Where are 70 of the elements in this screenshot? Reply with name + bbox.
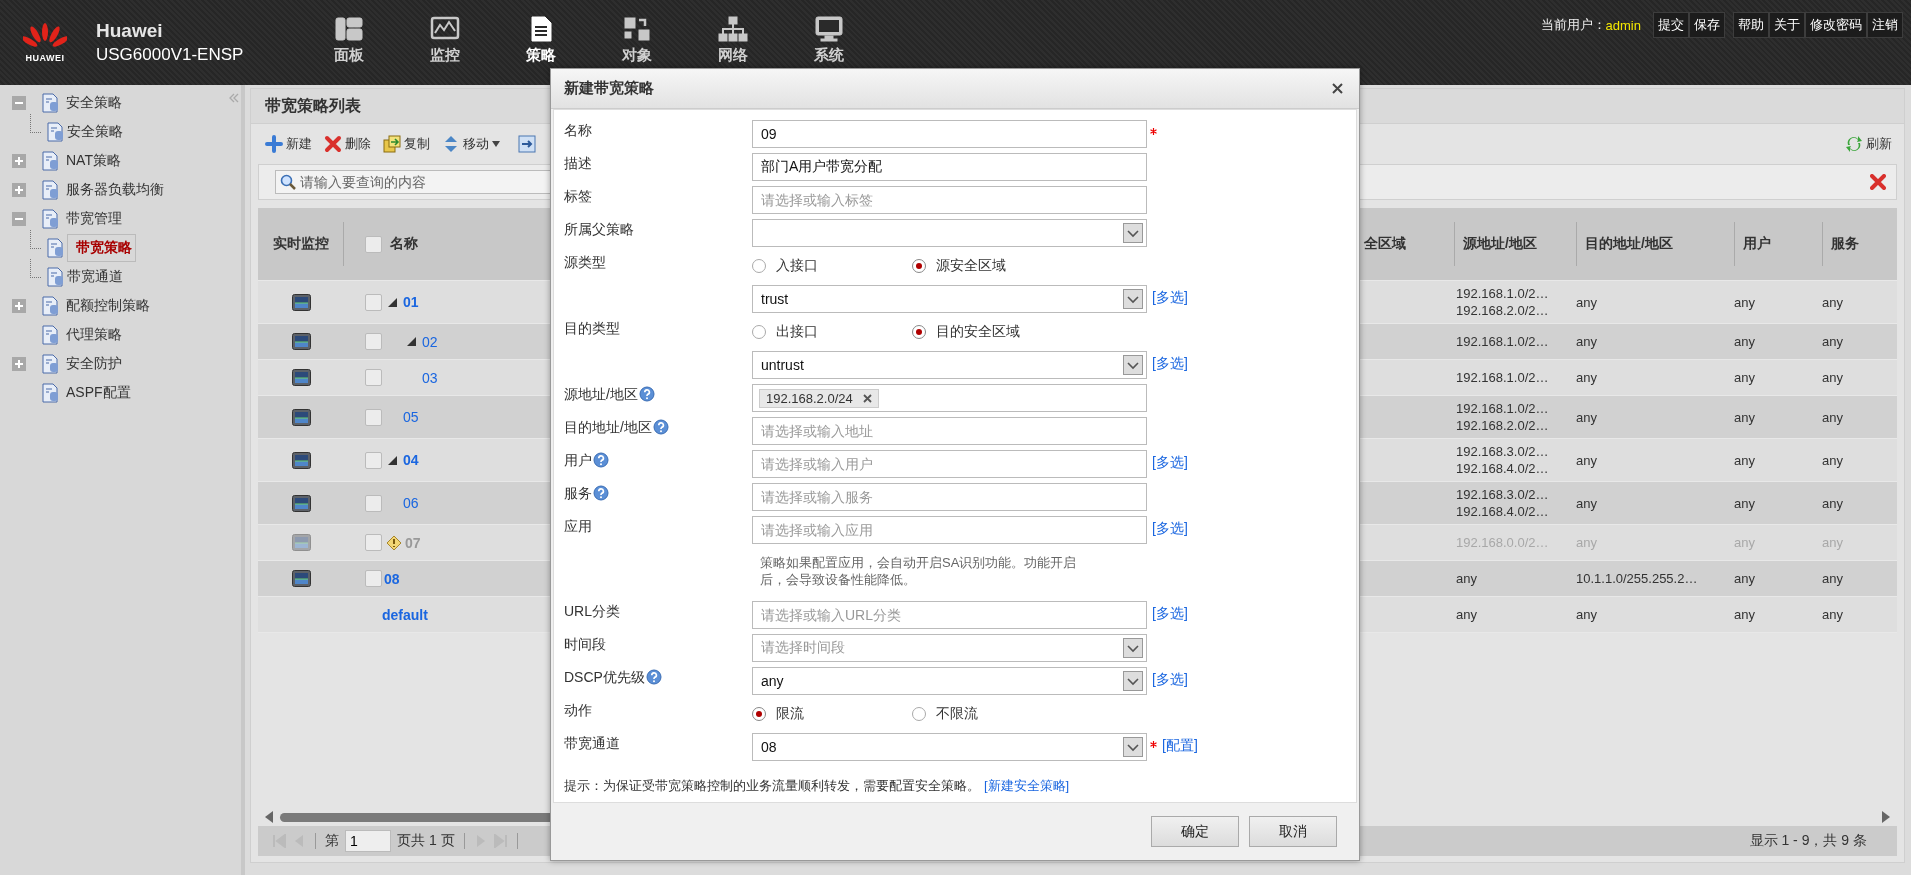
column-header: 名称 bbox=[390, 235, 418, 253]
field-label: 时间段 bbox=[564, 636, 606, 654]
field-note: 策略如果配置应用，会自动开启SA识别功能。功能开启后，会导致设备性能降低。 bbox=[760, 554, 1078, 588]
table-cell: 192.168.2.0/2… bbox=[1456, 302, 1549, 319]
panel-title: 带宽策略列表 bbox=[265, 95, 361, 116]
table-cell: any bbox=[1822, 607, 1843, 622]
table-cell: any bbox=[1734, 294, 1755, 310]
column-header: 目的地址/地区 bbox=[1576, 222, 1734, 266]
field-label: 描述 bbox=[564, 155, 592, 173]
table-cell: any bbox=[1822, 294, 1843, 310]
table-cell: any bbox=[1734, 452, 1755, 468]
user-name: admin bbox=[1605, 17, 1641, 33]
table-cell: any bbox=[1576, 495, 1597, 511]
table-cell: any bbox=[1822, 334, 1843, 349]
table-cell: any bbox=[1456, 606, 1477, 623]
table-cell: any bbox=[1822, 571, 1843, 586]
field-label: 目的类型 bbox=[564, 320, 620, 338]
page-label: 页共 1 页 bbox=[397, 832, 455, 850]
table-cell: any bbox=[1734, 370, 1755, 385]
table-cell: any bbox=[1734, 409, 1755, 425]
table-cell: any bbox=[1576, 334, 1597, 349]
table-cell: 192.168.3.0/2… bbox=[1456, 486, 1549, 503]
table-cell: 192.168.3.0/2… bbox=[1456, 443, 1549, 460]
table-cell: 192.168.1.0/2… bbox=[1456, 285, 1549, 302]
current-user-label: 当前用户： bbox=[1540, 16, 1606, 34]
column-header: 全区域 bbox=[1364, 234, 1407, 253]
field-label: 服务 bbox=[564, 485, 592, 503]
table-cell: 10.1.1.0/255.255.2… bbox=[1576, 571, 1698, 586]
field-label: 带宽通道 bbox=[564, 735, 620, 753]
model-name: USG6000V1-ENSP bbox=[96, 45, 245, 65]
table-cell: any bbox=[1576, 607, 1597, 622]
table-cell: 192.168.1.0/2… bbox=[1456, 400, 1549, 417]
dialog-title: 新建带宽策略 bbox=[564, 79, 654, 98]
field-label: URL分类 bbox=[564, 603, 620, 621]
table-cell: any bbox=[1822, 370, 1843, 385]
table-cell: 192.168.4.0/2… bbox=[1456, 503, 1549, 520]
table-cell: 192.168.2.0/2… bbox=[1456, 417, 1549, 434]
table-cell: any bbox=[1576, 370, 1597, 385]
table-cell: any bbox=[1576, 294, 1597, 310]
field-label: 名称 bbox=[564, 122, 592, 140]
field-label: 源类型 bbox=[564, 254, 606, 272]
column-header: 用户 bbox=[1734, 222, 1822, 266]
table-cell: 192.168.1.0/2… bbox=[1456, 369, 1549, 386]
brand-name: Huawei bbox=[96, 20, 164, 42]
hint-text: 提示：为保证受带宽策略控制的业务流量顺利转发，需要配置安全策略。 bbox=[564, 777, 980, 795]
table-cell: any bbox=[1734, 495, 1755, 511]
field-label: 所属父策略 bbox=[564, 221, 634, 239]
table-cell: 192.168.4.0/2… bbox=[1456, 460, 1549, 477]
table-cell: any bbox=[1734, 571, 1755, 586]
table-cell: any bbox=[1822, 409, 1843, 425]
table-cell: any bbox=[1822, 495, 1843, 511]
field-label: 应用 bbox=[564, 518, 592, 536]
table-cell: any bbox=[1734, 334, 1755, 349]
table-cell: any bbox=[1734, 607, 1755, 622]
logo-text: HUAWEI bbox=[25, 52, 65, 63]
table-cell: any bbox=[1456, 570, 1477, 587]
field-label: 目的地址/地区 bbox=[564, 419, 652, 437]
table-cell: any bbox=[1576, 409, 1597, 425]
field-label: 源地址/地区 bbox=[564, 386, 638, 404]
column-header: 源地址/地区 bbox=[1454, 222, 1576, 266]
column-header: 实时监控 bbox=[258, 222, 344, 266]
field-label: 动作 bbox=[564, 702, 592, 720]
table-cell: 192.168.1.0/2… bbox=[1456, 333, 1549, 350]
field-label: 用户 bbox=[564, 452, 592, 470]
page-info: 显示 1 - 9，共 9 条 bbox=[1749, 832, 1867, 850]
column-header: 服务 bbox=[1822, 222, 1897, 266]
field-label: DSCP优先级 bbox=[564, 669, 645, 687]
page-label: 第 bbox=[325, 832, 339, 850]
table-cell: any bbox=[1822, 452, 1843, 468]
table-cell: any bbox=[1576, 452, 1597, 468]
